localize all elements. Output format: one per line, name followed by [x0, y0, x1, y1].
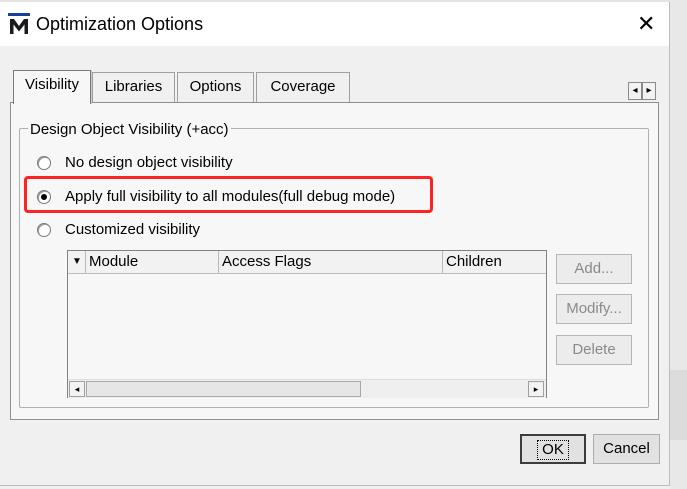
window-title: Optimization Options: [36, 14, 204, 34]
close-icon: ✕: [637, 11, 656, 36]
close-button[interactable]: ✕: [630, 8, 666, 40]
radio-button-checked[interactable]: [37, 190, 51, 204]
radio-dot-icon: [41, 194, 47, 200]
ok-button[interactable]: OK: [520, 434, 586, 464]
modify-button[interactable]: Modify...: [556, 294, 632, 324]
tab-visibility[interactable]: Visibility: [13, 70, 91, 104]
tab-options[interactable]: Options: [177, 72, 254, 102]
column-header-module[interactable]: Module: [86, 251, 219, 273]
tab-scroll-buttons: ◂ ▸: [628, 82, 658, 100]
list-header: ▼ Module Access Flags Children: [68, 251, 546, 274]
chevron-right-icon: ▸: [533, 384, 539, 394]
horizontal-scrollbar[interactable]: ◂ ▸: [68, 379, 546, 398]
tab-scroll-left-button[interactable]: ◂: [628, 82, 642, 100]
ok-label: OK: [537, 440, 569, 460]
tab-libraries[interactable]: Libraries: [92, 72, 175, 102]
cancel-button[interactable]: Cancel: [593, 434, 660, 464]
radio-button-unchecked[interactable]: [37, 223, 51, 237]
optimization-options-dialog: Optimization Options ✕ Visibility Librar…: [0, 2, 670, 486]
delete-button[interactable]: Delete: [556, 335, 632, 365]
tab-label: Libraries: [104, 78, 163, 95]
app-logo-icon: [8, 13, 30, 35]
radio-label: Apply full visibility to all modules(ful…: [65, 188, 396, 205]
chevron-left-icon: ◂: [632, 85, 638, 96]
group-title: Design Object Visibility (+acc): [28, 121, 231, 139]
tab-label: Options: [189, 78, 242, 95]
radio-label: Customized visibility: [65, 221, 201, 238]
column-header-children[interactable]: Children: [443, 251, 546, 273]
title-bar: Optimization Options ✕: [0, 2, 669, 46]
tab-coverage[interactable]: Coverage: [256, 72, 350, 102]
tab-label: Visibility: [25, 76, 79, 93]
scrollbar-thumb[interactable]: [86, 381, 361, 397]
add-button[interactable]: Add...: [556, 254, 632, 284]
tab-label: Coverage: [270, 78, 336, 95]
sort-down-icon: ▼: [72, 256, 82, 267]
tab-scroll-right-button[interactable]: ▸: [642, 82, 656, 100]
column-header-access-flags[interactable]: Access Flags: [219, 251, 443, 273]
chevron-right-icon: ▸: [646, 85, 652, 96]
visibility-tab-page: Design Object Visibility (+acc) No desig…: [10, 102, 659, 420]
scroll-right-button[interactable]: ▸: [528, 381, 544, 397]
sort-column-button[interactable]: ▼: [68, 251, 86, 273]
background-window-edge: [670, 0, 687, 489]
radio-label: No design object visibility: [65, 154, 233, 171]
radio-button-unchecked[interactable]: [37, 156, 51, 170]
visibility-list-view[interactable]: ▼ Module Access Flags Children ◂ ▸: [67, 250, 547, 398]
chevron-left-icon: ◂: [74, 384, 80, 394]
scroll-left-button[interactable]: ◂: [69, 381, 85, 397]
